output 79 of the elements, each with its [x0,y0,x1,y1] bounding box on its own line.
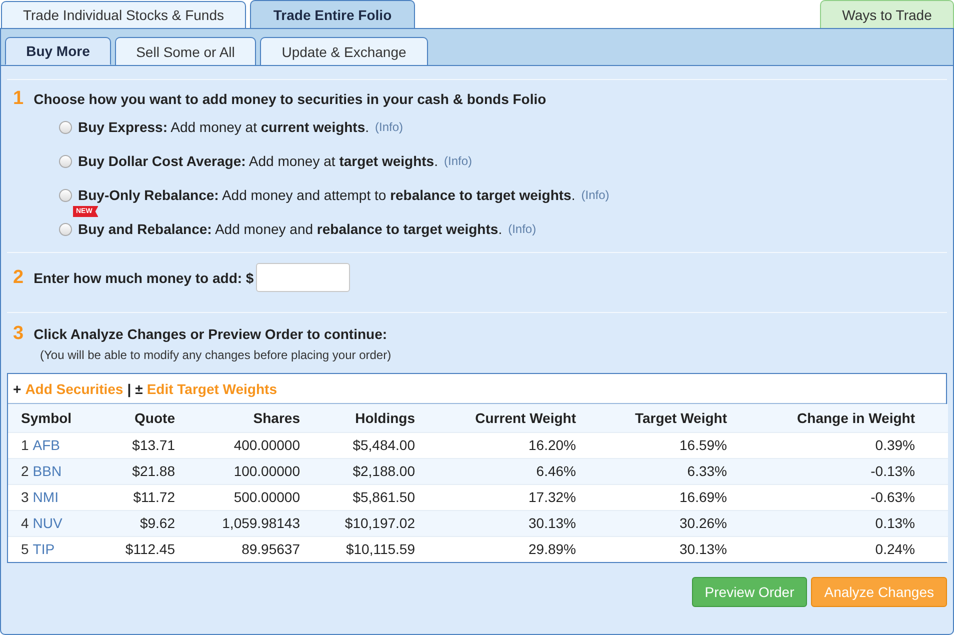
step-number: 3 [13,323,24,345]
action-link[interactable]: Add Securities [25,380,124,396]
symbol-link[interactable]: NMI [32,489,58,505]
action-sign: + [13,380,22,396]
table-cell: 30.13% [421,510,582,536]
table-cell: $9.62 [106,510,181,536]
symbol-link[interactable]: NUV [32,515,62,531]
table-cell: 30.26% [582,510,733,536]
column-header: Target Weight [582,404,733,432]
table-cell: $5,861.50 [306,484,421,510]
step-title: Click Analyze Changes or Preview Order to continue: [34,326,388,342]
table-cell: 6.33% [582,458,733,484]
step-label: Enter how much money to add: $ [34,270,254,286]
top-tab[interactable]: Trade Individual Stocks & Funds [1,1,246,28]
preview-order-button[interactable]: Preview Order [692,577,808,607]
row-number: 2 [21,463,29,479]
column-header: Shares [181,404,306,432]
table-cell: $13.71 [106,432,181,458]
table-cell: $10,197.02 [306,510,421,536]
amount-input[interactable] [256,263,350,292]
table-cell: 16.59% [582,432,733,458]
column-header: Holdings [306,404,421,432]
sub-tab[interactable]: Update & Exchange [260,37,428,65]
option-label: Buy-Only Rebalance: Add money and attempt to rebalance to target weights. [78,187,576,203]
table-cell: 89.95637 [181,536,306,562]
radio-button[interactable] [59,154,72,168]
step-number: 2 [13,266,24,288]
option-label: Buy Express: Add money at current weights. [78,119,370,135]
option-label: Buy Dollar Cost Average: Add money at target weights. [78,153,438,169]
table-cell: 1,059.98143 [181,510,306,536]
step-title: Choose how you want to add money to securities in your cash & bonds Folio [34,91,546,107]
table-cell: 30.13% [582,536,733,562]
table-cell: $11.72 [106,484,181,510]
info-link[interactable]: (Info) [444,154,472,168]
option-label: Buy and Rebalance: Add money and rebalance to target weights. [78,221,502,237]
table-cell: -0.63% [733,484,921,510]
row-number: 5 [21,541,29,558]
symbol-link[interactable]: BBN [32,463,62,479]
symbol-link[interactable]: TIP [32,541,55,558]
step-note: (You will be able to modify any changes before placing your order) [39,347,392,362]
sub-tab[interactable]: Buy More [5,37,111,65]
table-cell: 0.39% [733,432,921,458]
table-cell: 16.69% [582,484,733,510]
radio-button[interactable] [59,188,72,202]
table-cell: $112.45 [106,536,181,562]
table-cell: 16.20% [421,432,582,458]
table-cell: 500.00000 [181,484,306,510]
info-link[interactable]: (Info) [581,188,610,202]
step-number: 1 [13,88,24,110]
symbol-link[interactable]: AFB [32,437,60,453]
sub-tab[interactable]: Sell Some or All [115,37,256,65]
column-header: Current Weight [421,404,582,432]
table-cell: 0.13% [733,510,921,536]
table-cell: 6.46% [421,458,582,484]
ways-to-trade-tab[interactable]: Ways to Trade [820,0,954,28]
table-cell: 29.89% [421,536,582,562]
table-cell: 400.00000 [181,432,306,458]
radio-button[interactable] [59,222,72,236]
table-cell: 100.00000 [181,458,306,484]
column-header: Change in Weight [733,404,921,432]
separator-text: | [127,380,132,396]
row-number: 4 [21,515,29,531]
table-cell: 0.24% [733,536,921,562]
table-cell: $5,484.00 [306,432,421,458]
table-cell: $2,188.00 [306,458,421,484]
top-tab[interactable]: Trade Entire Folio [250,0,415,28]
column-header: Quote [106,404,181,432]
row-number: 3 [21,489,29,505]
table-cell: -0.13% [733,458,921,484]
info-link[interactable]: (Info) [508,222,536,236]
action-sign: ± [135,380,143,396]
info-link[interactable]: (Info) [375,120,404,134]
column-header: Symbol [8,404,106,432]
action-link[interactable]: Edit Target Weights [146,380,277,396]
table-cell: $21.88 [106,458,181,484]
row-number: 1 [21,437,29,453]
radio-button[interactable] [59,120,72,134]
table-cell: $10,115.59 [306,536,421,562]
table-cell: 17.32% [421,484,582,510]
